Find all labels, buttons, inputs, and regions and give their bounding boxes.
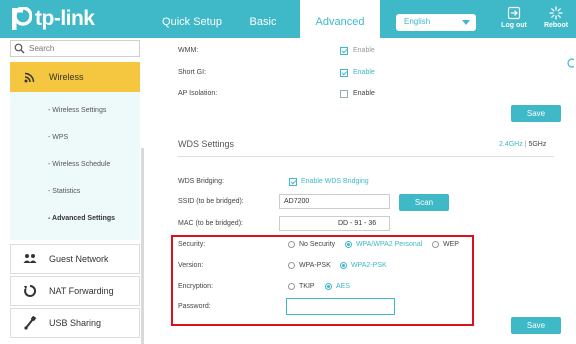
section-divider [178, 156, 554, 157]
logout-icon [507, 6, 521, 20]
brand-name: tp-link [35, 7, 95, 30]
usb-icon [24, 316, 37, 330]
ap-isolation-checkbox[interactable] [340, 90, 348, 98]
band-selector: 2.4GHz | 5GHz [499, 141, 546, 148]
mac-label: MAC (to be bridged): [178, 220, 243, 227]
band-separator: | [524, 141, 527, 148]
search-input[interactable] [29, 42, 137, 55]
save-button[interactable]: Save [511, 105, 561, 122]
tp-link-logo-mark-icon [8, 6, 33, 31]
reboot-icon [549, 6, 563, 20]
help-icon[interactable] [566, 58, 574, 68]
chevron-down-icon [462, 20, 470, 25]
sidebar-scrollbar[interactable] [141, 148, 144, 344]
top-header: tp-link Quick Setup Basic Advanced Engli… [0, 0, 576, 38]
ap-isolation-option-label: Enable [353, 90, 375, 97]
wifi-icon [24, 72, 35, 83]
nat-forwarding-icon [24, 284, 37, 297]
highlight-annotation-box [171, 235, 474, 326]
wds-bridging-label: WDS Bridging: [178, 178, 224, 185]
wmm-option-label: Enable [353, 47, 375, 54]
short-gi-option-label: Enable [353, 69, 375, 76]
sidebar-item-guest-network[interactable]: Guest Network [10, 244, 140, 274]
wmm-checkbox[interactable] [340, 47, 348, 55]
sidebar-item-nat-forwarding[interactable]: NAT Forwarding [10, 276, 140, 306]
save-button-bottom[interactable]: Save [511, 317, 561, 334]
logout-button[interactable]: Log out [496, 6, 532, 29]
sidebar-subitem-advanced-settings[interactable]: - Advanced Settings [48, 215, 115, 222]
scan-button[interactable]: Scan [399, 194, 449, 211]
sidebar-item-label: NAT Forwarding [49, 286, 114, 296]
sidebar-subitem-wireless-schedule[interactable]: - Wireless Schedule [48, 161, 110, 168]
wds-settings-title: WDS Settings [178, 139, 235, 149]
short-gi-label: Short GI: [178, 69, 207, 76]
wireless-submenu: - Wireless Settings - WPS - Wireless Sch… [10, 92, 140, 240]
tab-quick-setup[interactable]: Quick Setup [160, 0, 224, 38]
language-select[interactable]: English [396, 14, 476, 31]
tp-link-logo: tp-link [8, 4, 95, 34]
sidebar-subitem-wps[interactable]: - WPS [48, 134, 68, 141]
sidebar-item-wireless[interactable]: Wireless [10, 62, 140, 92]
band-5ghz-tab[interactable]: 5GHz [528, 141, 546, 148]
sidebar: Wireless - Wireless Settings - WPS - Wir… [0, 38, 146, 344]
tab-basic[interactable]: Basic [246, 0, 280, 38]
ssid-input[interactable]: AD7200 [279, 194, 390, 209]
sidebar-item-label: Wireless [49, 72, 84, 82]
ap-isolation-label: AP Isolation: [178, 90, 218, 97]
short-gi-checkbox[interactable] [340, 69, 348, 77]
search-box[interactable] [10, 40, 140, 57]
wds-bridging-checkbox[interactable] [289, 178, 297, 186]
language-value: English [404, 17, 431, 26]
sidebar-item-usb-sharing[interactable]: USB Sharing [10, 308, 140, 338]
ssid-label: SSID (to be bridged): [178, 198, 244, 205]
sidebar-subitem-wireless-settings[interactable]: - Wireless Settings [48, 107, 106, 114]
wmm-label: WMM: [178, 47, 199, 54]
reboot-label: Reboot [543, 22, 569, 29]
tab-advanced[interactable]: Advanced [300, 0, 380, 38]
reboot-button[interactable]: Reboot [538, 6, 574, 29]
logout-label: Log out [501, 22, 527, 29]
search-icon [14, 43, 25, 54]
sidebar-subitem-statistics[interactable]: - Statistics [48, 188, 80, 195]
guest-users-icon [23, 254, 37, 263]
band-2-4ghz-tab[interactable]: 2.4GHz [499, 141, 523, 148]
sidebar-item-label: Guest Network [49, 254, 109, 264]
sidebar-item-label: USB Sharing [49, 318, 102, 328]
wds-bridging-option-label: Enable WDS Bridging [301, 178, 369, 185]
mac-input[interactable]: DD - 91 - 36 [279, 216, 390, 231]
